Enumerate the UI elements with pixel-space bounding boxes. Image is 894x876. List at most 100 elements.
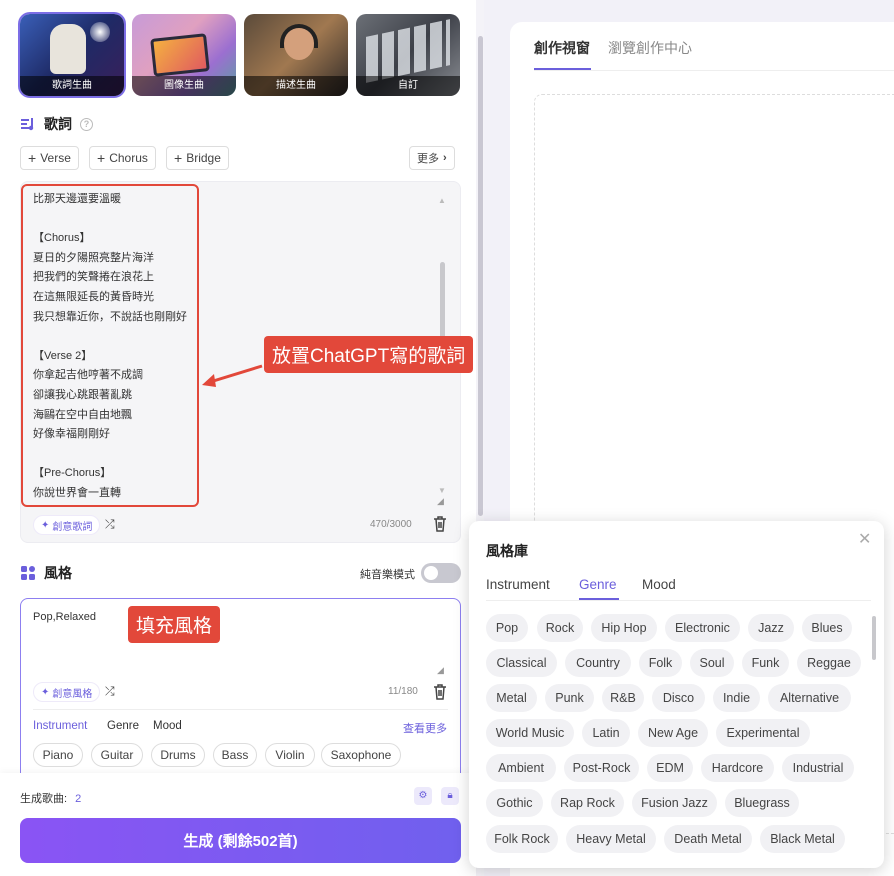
settings-gear-icon[interactable]: ⚙ xyxy=(414,787,432,805)
mode-label: 描述生曲 xyxy=(244,76,348,96)
instrument-tag[interactable]: Drums xyxy=(151,743,205,767)
style-tab-mood[interactable]: Mood xyxy=(153,720,182,732)
add-chorus-label: Chorus xyxy=(109,151,148,165)
see-more-link[interactable]: 查看更多 xyxy=(403,720,447,736)
generate-count: 生成歌曲: 2 xyxy=(20,790,81,806)
mode-description-to-song[interactable]: 描述生曲 xyxy=(244,14,348,96)
ai-style-button[interactable]: ✦ 創意風格 xyxy=(33,682,101,702)
mode-lyrics-to-song[interactable]: 歌詞生曲 xyxy=(18,12,126,98)
genre-tag[interactable]: Alternative xyxy=(768,684,851,712)
genre-tag[interactable]: Latin xyxy=(582,719,630,747)
genre-tag[interactable]: Reggae xyxy=(797,649,861,677)
genre-tag[interactable]: Disco xyxy=(652,684,705,712)
genre-tag[interactable]: EDM xyxy=(647,754,693,782)
style-input-value[interactable]: Pop,Relaxed xyxy=(33,611,96,623)
resize-handle-icon[interactable]: ◢ xyxy=(437,665,444,676)
genre-tag[interactable]: Black Metal xyxy=(760,825,845,853)
stage-light-image xyxy=(90,22,110,42)
left-scrollbar-thumb[interactable] xyxy=(478,36,483,516)
genre-tag[interactable]: New Age xyxy=(638,719,708,747)
ai-lyrics-button[interactable]: ✦ 創意歌詞 xyxy=(33,515,101,535)
add-chorus-button[interactable]: + Chorus xyxy=(89,146,156,170)
genre-tag[interactable]: World Music xyxy=(486,719,574,747)
resize-handle-icon[interactable]: ◢ xyxy=(437,496,444,507)
genre-tag[interactable]: Experimental xyxy=(716,719,810,747)
genre-tag[interactable]: Folk Rock xyxy=(486,825,558,853)
library-tab-mood[interactable]: Mood xyxy=(642,577,676,592)
picture-frame-image xyxy=(150,33,210,77)
genre-tag[interactable]: Folk xyxy=(639,649,682,677)
genre-tag[interactable]: Indie xyxy=(713,684,760,712)
mode-selector: 歌詞生曲 圖像生曲 描述生曲 自訂 xyxy=(18,12,460,98)
genre-tag[interactable]: Electronic xyxy=(665,614,740,642)
generate-count-value[interactable]: 2 xyxy=(75,793,81,805)
genre-tag[interactable]: R&B xyxy=(602,684,644,712)
genre-tag[interactable]: Death Metal xyxy=(664,825,752,853)
genre-tag[interactable]: Rock xyxy=(537,614,583,642)
more-label: 更多 xyxy=(417,153,439,165)
genre-tag[interactable]: Metal xyxy=(486,684,537,712)
plus-icon: + xyxy=(28,150,37,166)
library-tab-instrument[interactable]: Instrument xyxy=(486,577,550,592)
genre-tag[interactable]: Ambient xyxy=(486,754,556,782)
genre-tag[interactable]: Post-Rock xyxy=(564,754,639,782)
genre-tag[interactable]: Soul xyxy=(690,649,734,677)
ai-style-label: 創意風格 xyxy=(52,688,93,700)
tab-divider xyxy=(534,70,894,71)
genre-tag[interactable]: Heavy Metal xyxy=(566,825,656,853)
library-active-tab-indicator xyxy=(579,598,619,600)
generate-button[interactable]: 生成 (剩餘502首) xyxy=(20,818,461,863)
lyrics-scrollbar-thumb[interactable] xyxy=(440,262,445,340)
trash-icon[interactable] xyxy=(432,515,448,533)
style-library-title: 風格庫 xyxy=(486,543,528,559)
genre-tag[interactable]: Jazz xyxy=(748,614,794,642)
add-verse-button[interactable]: + Verse xyxy=(20,146,79,170)
grid-icon xyxy=(21,566,35,580)
style-title: 風格 xyxy=(44,565,72,581)
singer-image xyxy=(50,24,86,74)
library-tab-divider xyxy=(486,600,871,601)
instrument-tag[interactable]: Bass xyxy=(213,743,257,767)
library-tab-genre[interactable]: Genre xyxy=(579,577,617,592)
instrumental-mode-toggle[interactable] xyxy=(421,563,461,583)
shuffle-icon[interactable]: ⤮ xyxy=(105,684,115,699)
genre-tag[interactable]: Bluegrass xyxy=(725,789,799,817)
genre-tag[interactable]: Blues xyxy=(802,614,852,642)
more-button[interactable]: 更多 › xyxy=(409,146,455,170)
genre-tag[interactable]: Industrial xyxy=(782,754,854,782)
trash-icon[interactable] xyxy=(432,683,448,701)
genre-tag[interactable]: Rap Rock xyxy=(551,789,624,817)
add-bridge-button[interactable]: + Bridge xyxy=(166,146,229,170)
genre-tag[interactable]: Fusion Jazz xyxy=(632,789,717,817)
help-icon[interactable]: ? xyxy=(80,117,93,131)
genre-tag[interactable]: Pop xyxy=(486,614,528,642)
close-icon[interactable]: ✕ xyxy=(858,529,871,549)
lyrics-header: 歌詞 ? xyxy=(20,114,93,134)
genre-tag[interactable]: Gothic xyxy=(486,789,543,817)
style-tab-instrument[interactable]: Instrument xyxy=(33,720,87,732)
tab-browse-creation-center[interactable]: 瀏覽創作中心 xyxy=(608,38,692,58)
instrument-tag[interactable]: Guitar xyxy=(91,743,143,767)
genre-tag[interactable]: Punk xyxy=(545,684,594,712)
genre-tag[interactable]: Country xyxy=(565,649,631,677)
genre-tag[interactable]: Funk xyxy=(742,649,789,677)
style-tab-genre[interactable]: Genre xyxy=(107,720,139,732)
instrument-tag[interactable]: Violin xyxy=(265,743,315,767)
lyrics-highlight-annotation xyxy=(21,184,199,507)
genre-tag[interactable]: Classical xyxy=(486,649,557,677)
divider xyxy=(33,709,448,710)
instrument-tag[interactable]: Piano xyxy=(33,743,83,767)
genre-tag[interactable]: Hip Hop xyxy=(591,614,657,642)
genre-tag[interactable]: Hardcore xyxy=(701,754,774,782)
scroll-up-icon[interactable]: ▲ xyxy=(438,196,446,205)
mode-image-to-song[interactable]: 圖像生曲 xyxy=(132,14,236,96)
instrument-tag[interactable]: Saxophone xyxy=(321,743,401,767)
tab-creation-window[interactable]: 創作視窗 xyxy=(534,38,590,58)
shuffle-icon[interactable]: ⤮ xyxy=(105,517,115,532)
library-scrollbar-thumb[interactable] xyxy=(872,616,876,660)
scroll-down-icon[interactable]: ▼ xyxy=(438,486,446,495)
mode-custom[interactable]: 自訂 xyxy=(356,14,460,96)
headphones-image xyxy=(280,24,318,48)
lock-icon[interactable]: 🔒︎ xyxy=(441,787,459,805)
mode-label: 自訂 xyxy=(356,76,460,96)
